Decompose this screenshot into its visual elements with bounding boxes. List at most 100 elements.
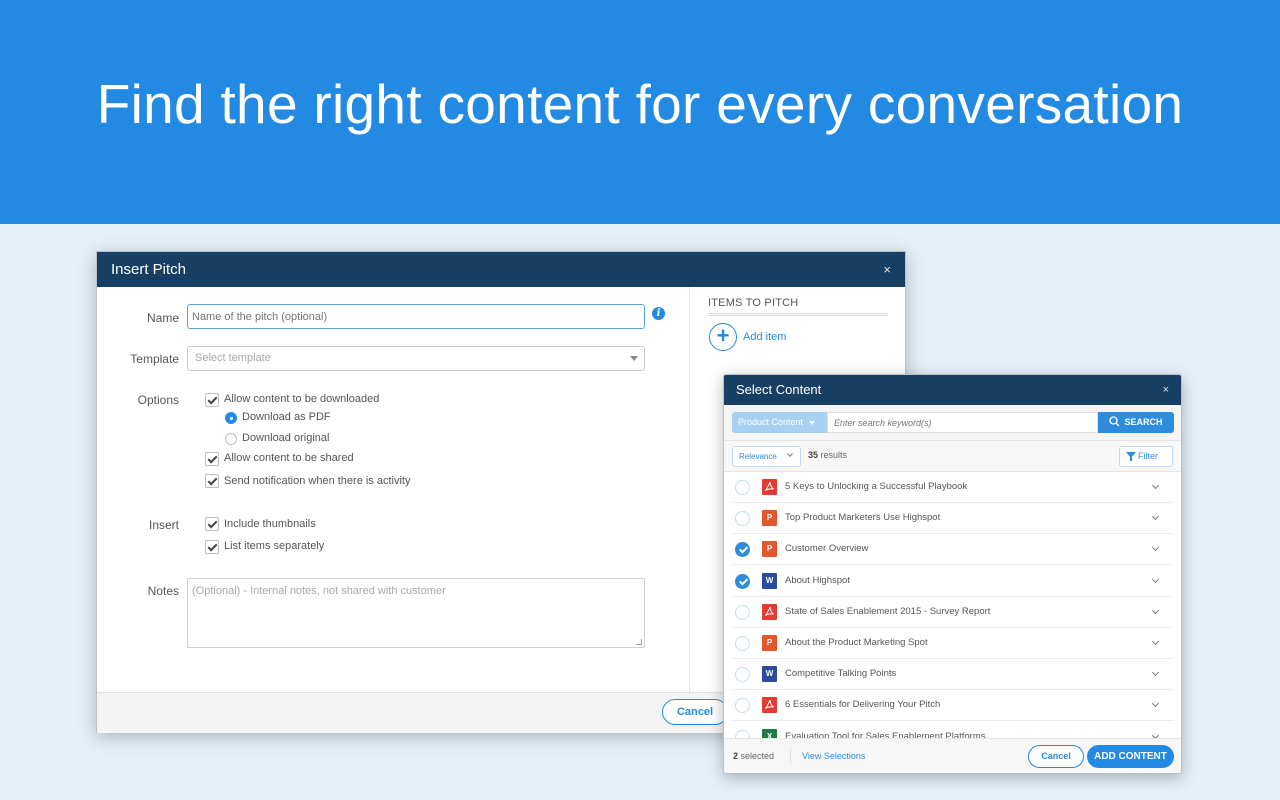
search-input[interactable] xyxy=(827,412,1098,433)
content-list-item[interactable]: W About Highspot xyxy=(731,566,1174,597)
results-count: 35 results xyxy=(808,450,847,460)
content-title: State of Sales Enablement 2015 - Survey … xyxy=(785,605,991,617)
chevron-down-icon[interactable] xyxy=(1151,637,1160,646)
name-input[interactable] xyxy=(187,304,645,329)
search-bar: Product Content SEARCH xyxy=(724,405,1181,441)
send-notification-label: Send notification when there is activity xyxy=(224,475,411,487)
doc-file-icon: W xyxy=(762,572,777,589)
filter-icon-stem xyxy=(1130,457,1132,461)
selected-count: 2 selected xyxy=(733,751,774,761)
notes-placeholder: (Optional) - Internal notes, not shared … xyxy=(192,585,446,597)
chevron-down-icon[interactable] xyxy=(1151,700,1160,708)
close-icon[interactable]: × xyxy=(883,252,891,287)
pdf-file-icon xyxy=(762,697,777,714)
add-icon[interactable]: + xyxy=(709,323,737,351)
content-list-item[interactable]: P About the Product Marketing Spot xyxy=(731,628,1174,659)
select-content-header: Select Content × xyxy=(724,375,1181,405)
chevron-down-icon[interactable] xyxy=(1151,513,1160,521)
select-checkbox[interactable] xyxy=(735,573,750,589)
content-title: Customer Overview xyxy=(785,543,869,555)
content-list-item[interactable]: X Evaluation Tool for Sales Enablement Pl… xyxy=(731,722,1174,738)
select-checkbox[interactable] xyxy=(735,511,750,527)
sort-dropdown[interactable]: Relevance xyxy=(732,446,801,467)
ppt-file-icon: P xyxy=(762,510,777,527)
select-checkbox[interactable] xyxy=(735,480,750,495)
cancel-button[interactable]: Cancel xyxy=(662,699,728,725)
filter-label: Filter xyxy=(1138,451,1158,461)
ppt-file-icon: P xyxy=(762,635,777,651)
select-checkbox[interactable] xyxy=(735,667,750,683)
select-checkbox[interactable] xyxy=(735,729,750,738)
content-list: 5 Keys to Unlocking a Successful Playboo… xyxy=(724,472,1181,738)
divider xyxy=(790,749,791,763)
selected-number: 2 xyxy=(733,751,739,761)
allow-download-checkbox[interactable] xyxy=(205,393,219,407)
content-title: About the Product Marketing Spot xyxy=(785,637,928,648)
items-to-pitch-title: ITEMS TO PITCH xyxy=(708,297,799,309)
sort-row: Relevance 35 results Filter xyxy=(724,441,1181,472)
xls-file-icon: X xyxy=(762,728,777,738)
allow-shared-checkbox[interactable] xyxy=(205,452,219,466)
hero-banner: Find the right content for every convers… xyxy=(0,0,1280,224)
allow-shared-label: Allow content to be shared xyxy=(224,452,354,464)
view-selections-link[interactable]: View Selections xyxy=(802,751,865,761)
scope-dropdown[interactable]: Product Content xyxy=(732,412,827,433)
select-checkbox[interactable] xyxy=(735,604,750,620)
content-list-item[interactable]: State of Sales Enablement 2015 - Survey … xyxy=(731,597,1174,628)
content-title: Top Product Marketers Use Highspot xyxy=(785,512,941,524)
content-list-item[interactable]: P Top Product Marketers Use Highspot xyxy=(731,503,1174,535)
cancel-button[interactable]: Cancel xyxy=(1028,745,1084,768)
content-list-item[interactable]: P Customer Overview xyxy=(731,534,1174,566)
selected-label: selected xyxy=(740,751,775,761)
template-select[interactable]: Select template xyxy=(187,346,645,371)
content-title: 5 Keys to Unlocking a Successful Playboo… xyxy=(785,481,968,492)
content-title: Competitive Talking Points xyxy=(785,668,897,680)
notes-textarea[interactable]: (Optional) - Internal notes, not shared … xyxy=(187,578,645,648)
allow-download-label: Allow content to be downloaded xyxy=(224,393,380,405)
caret-down-icon xyxy=(808,420,815,425)
select-content-dialog: Select Content × Product Content SEARCH … xyxy=(723,374,1182,774)
filter-button[interactable]: Filter xyxy=(1119,446,1173,467)
add-content-button[interactable]: ADD CONTENT xyxy=(1087,745,1174,768)
content-list-item[interactable]: 6 Essentials for Delivering Your Pitch xyxy=(731,690,1174,722)
download-original-label: Download original xyxy=(242,432,330,444)
search-icon xyxy=(1109,416,1120,427)
list-separately-checkbox[interactable] xyxy=(205,540,219,554)
chevron-down-icon[interactable] xyxy=(1151,669,1160,677)
select-checkbox[interactable] xyxy=(735,542,750,558)
content-list-item[interactable]: 5 Keys to Unlocking a Successful Playboo… xyxy=(731,472,1174,503)
name-label: Name xyxy=(146,311,179,325)
select-content-title: Select Content xyxy=(736,382,822,397)
select-checkbox[interactable] xyxy=(735,698,750,714)
download-original-radio[interactable] xyxy=(225,433,237,445)
chevron-down-icon[interactable] xyxy=(1151,544,1160,552)
insert-label: Insert xyxy=(148,518,179,532)
divider xyxy=(708,313,888,316)
resize-handle-icon[interactable] xyxy=(636,639,642,645)
include-thumbnails-checkbox[interactable] xyxy=(205,517,219,531)
chevron-down-icon xyxy=(787,451,793,457)
content-title: About Highspot xyxy=(785,574,850,586)
download-pdf-radio[interactable] xyxy=(225,412,237,424)
chevron-down-icon[interactable] xyxy=(1151,606,1160,614)
info-icon[interactable]: i xyxy=(652,307,665,320)
chevron-down-icon[interactable] xyxy=(1151,575,1160,583)
add-item-link[interactable]: Add item xyxy=(743,331,786,343)
template-label: Template xyxy=(130,352,179,366)
chevron-down-icon[interactable] xyxy=(1151,481,1160,490)
sort-value: Relevance xyxy=(739,452,777,461)
download-pdf-label: Download as PDF xyxy=(242,411,331,423)
dropdown-caret-icon xyxy=(630,356,638,361)
template-value: Select template xyxy=(195,352,271,364)
send-notification-checkbox[interactable] xyxy=(205,474,219,488)
options-label: Options xyxy=(137,393,179,407)
results-number: 35 xyxy=(808,450,819,460)
close-icon[interactable]: × xyxy=(1163,375,1169,405)
ppt-file-icon: P xyxy=(762,541,777,558)
select-content-footer: 2 selected View Selections Cancel ADD CO… xyxy=(724,738,1181,773)
pdf-file-icon xyxy=(762,479,777,495)
content-title: 6 Essentials for Delivering Your Pitch xyxy=(785,699,941,711)
search-button[interactable]: SEARCH xyxy=(1098,412,1174,433)
select-checkbox[interactable] xyxy=(735,636,750,651)
content-list-item[interactable]: W Competitive Talking Points xyxy=(731,659,1174,691)
